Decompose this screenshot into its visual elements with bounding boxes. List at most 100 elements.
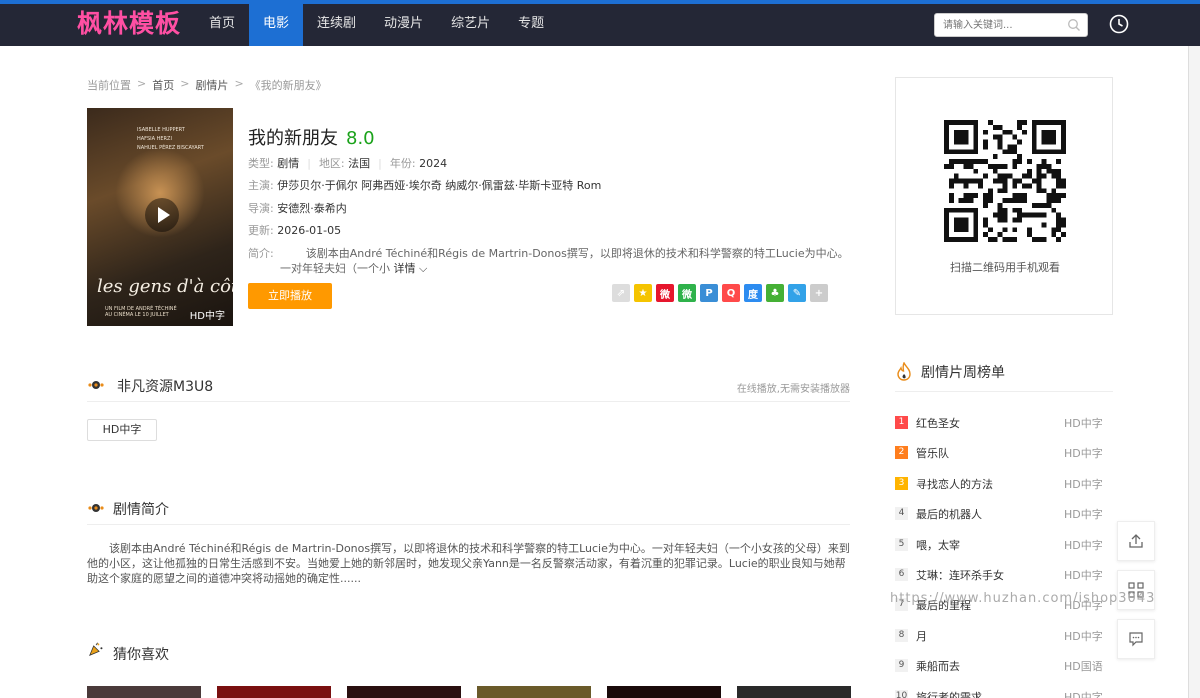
rank-item[interactable]: 3 寻找恋人的方法 HD中字 <box>895 475 1113 505</box>
breadcrumb-category-link[interactable]: 剧情片 <box>195 77 228 93</box>
nav-item-variety[interactable]: 综艺片 <box>437 4 504 46</box>
source-section-header: 非凡资源M3U8 在线播放,无需安装播放器 <box>87 372 850 402</box>
search-input[interactable] <box>943 17 1061 33</box>
synopsis-text: 该剧本由André Téchiné和Régis de Martrin-Donos… <box>305 247 849 260</box>
rank-title: 剧情片周榜单 <box>921 365 1005 381</box>
share-upload-icon <box>1129 534 1143 548</box>
year-value[interactable]: 2024 <box>419 157 447 170</box>
type-value[interactable]: 剧情 <box>277 157 299 170</box>
rank-number: 10 <box>895 689 908 698</box>
movie-poster[interactable]: ISABELLE HUPPERT HAFSIA HERZI NAHUEL PÉR… <box>87 108 233 326</box>
nav-item-series[interactable]: 连续剧 <box>303 4 370 46</box>
info-row-cast: 主演: 伊莎贝尔·于佩尔 阿弗西娅·埃尔奇 纳威尔·佩雷兹·毕斯卡亚特 Rom <box>248 177 601 193</box>
search-icon[interactable] <box>1067 18 1081 32</box>
rank-item[interactable]: 10 旅行者的需求 HD中字 <box>895 688 1113 698</box>
share-qq-icon[interactable]: Q <box>722 284 740 302</box>
rank-item[interactable]: 2 管乐队 HD中字 <box>895 444 1113 474</box>
director-value[interactable]: 安德烈·泰希内 <box>277 202 347 215</box>
recommend-title: 猜你喜欢 <box>113 647 169 663</box>
share-tencent-weibo-icon[interactable]: P <box>700 284 718 302</box>
recommend-poster[interactable] <box>737 686 851 698</box>
rank-movie-name[interactable]: 最后的机器人 <box>916 506 982 522</box>
rank-item[interactable]: 9 乘船而去 HD国语 <box>895 657 1113 687</box>
recommend-poster[interactable] <box>477 686 591 698</box>
rank-quality-tag: HD中字 <box>1064 417 1103 430</box>
page: 枫林模板 首页 电影 连续剧 动漫片 综艺片 专题 当前位置 > 首页 > 剧情… <box>0 0 1200 698</box>
movie-score: 8.0 <box>346 128 375 149</box>
rank-movie-name[interactable]: 寻找恋人的方法 <box>916 476 993 492</box>
section-dots-icon <box>88 504 104 512</box>
party-popper-icon <box>89 642 103 656</box>
share-douban-icon[interactable]: ✎ <box>788 284 806 302</box>
synopsis-short: 简介: 该剧本由André Téchiné和Régis de Martrin-Do… <box>248 246 853 276</box>
history-clock-icon[interactable] <box>1108 13 1130 35</box>
breadcrumb-home-link[interactable]: 首页 <box>152 77 174 93</box>
share-tool[interactable] <box>1117 521 1155 561</box>
rank-number: 4 <box>895 507 908 521</box>
share-wechat-icon[interactable]: 微 <box>678 284 696 302</box>
qr-caption: 扫描二维码用手机观看 <box>950 261 1060 274</box>
rank-movie-name[interactable]: 旅行者的需求 <box>916 689 982 698</box>
share-qzone-icon[interactable]: ★ <box>634 284 652 302</box>
rank-movie-name[interactable]: 乘船而去 <box>916 658 960 674</box>
rank-item[interactable]: 8 月 HD中字 <box>895 627 1113 657</box>
poster-credit: HAFSIA HERZI <box>137 136 172 142</box>
breadcrumb-current: 《我的新朋友》 <box>249 79 327 92</box>
comment-tool[interactable] <box>1117 619 1155 659</box>
header: 枫林模板 首页 电影 连续剧 动漫片 综艺片 专题 <box>0 4 1200 46</box>
share-renren-icon[interactable]: ♣ <box>766 284 784 302</box>
rank-movie-name[interactable]: 月 <box>916 628 927 644</box>
rank-quality-tag: HD中字 <box>1064 690 1103 698</box>
recommend-poster[interactable] <box>607 686 721 698</box>
info-row-meta: 类型: 剧情 | 地区: 法国 | 年份: 2024 <box>248 155 447 171</box>
recommend-poster[interactable] <box>217 686 331 698</box>
rank-movie-name[interactable]: 管乐队 <box>916 445 949 461</box>
play-now-button[interactable]: 立即播放 <box>248 283 332 309</box>
recommend-poster[interactable] <box>87 686 201 698</box>
rank-movie-name[interactable]: 喂，太宰 <box>916 537 960 553</box>
rank-number: 2 <box>895 446 908 460</box>
rank-item[interactable]: 4 最后的机器人 HD中字 <box>895 505 1113 535</box>
rank-quality-tag: HD国语 <box>1064 660 1103 674</box>
play-icon[interactable] <box>145 198 179 232</box>
rank-quality-tag: HD中字 <box>1064 538 1103 552</box>
nav-item-home[interactable]: 首页 <box>195 4 249 46</box>
rank-item[interactable]: 1 红色圣女 HD中字 <box>895 414 1113 444</box>
rank-quality-tag: HD中字 <box>1064 508 1103 522</box>
share-share-more-icon[interactable]: ⇗ <box>612 284 630 302</box>
comment-icon <box>1129 632 1143 647</box>
rank-item[interactable]: 5 喂，太宰 HD中字 <box>895 536 1113 566</box>
region-value[interactable]: 法国 <box>348 157 370 170</box>
info-row-director: 导演: 安德烈·泰希内 <box>248 200 347 216</box>
scrollbar[interactable] <box>1188 46 1200 698</box>
share-plus-icon[interactable]: + <box>810 284 828 302</box>
breadcrumb-separator: > <box>180 77 190 90</box>
synopsis-label: 简介: <box>248 247 274 260</box>
recommend-poster[interactable] <box>347 686 461 698</box>
nav-item-topic[interactable]: 专题 <box>504 4 558 46</box>
rank-number: 5 <box>895 537 908 551</box>
nav-item-movie[interactable]: 电影 <box>249 4 304 46</box>
poster-credit: ISABELLE HUPPERT <box>137 127 185 133</box>
rank-movie-name[interactable]: 红色圣女 <box>916 415 960 431</box>
quality-badge: HD中字 <box>189 311 225 322</box>
intro-section-header: 剧情简介 <box>87 495 850 525</box>
share-weibo-icon[interactable]: 微 <box>656 284 674 302</box>
movie-name: 我的新朋友 <box>248 128 338 149</box>
cast-value[interactable]: 伊莎贝尔·于佩尔 阿弗西娅·埃尔奇 纳威尔·佩雷兹·毕斯卡亚特 Rom <box>277 179 601 192</box>
year-label: 年份: <box>389 157 416 170</box>
intro-title: 剧情简介 <box>113 502 169 518</box>
more-detail-link[interactable]: 详情 ⌵ <box>394 262 428 275</box>
flame-icon <box>897 362 911 381</box>
site-logo[interactable]: 枫林模板 <box>77 7 181 41</box>
breadcrumb-label: 当前位置 <box>87 79 131 92</box>
search-box <box>934 13 1088 37</box>
poster-title: les gens d'à côté <box>97 276 233 297</box>
share-bar: ⇗ ★ 微微 P Q 度 ♣ ✎ + <box>612 284 828 302</box>
movie-title: 我的新朋友 8.0 <box>248 124 375 150</box>
nav-item-anime[interactable]: 动漫片 <box>370 4 437 46</box>
share-baidu-icon[interactable]: 度 <box>744 284 762 302</box>
info-row-update: 更新: 2026-01-05 <box>248 222 341 238</box>
episode-button[interactable]: HD中字 <box>87 419 157 441</box>
rank-movie-name[interactable]: 艾琳：连环杀手女 <box>916 567 1004 583</box>
